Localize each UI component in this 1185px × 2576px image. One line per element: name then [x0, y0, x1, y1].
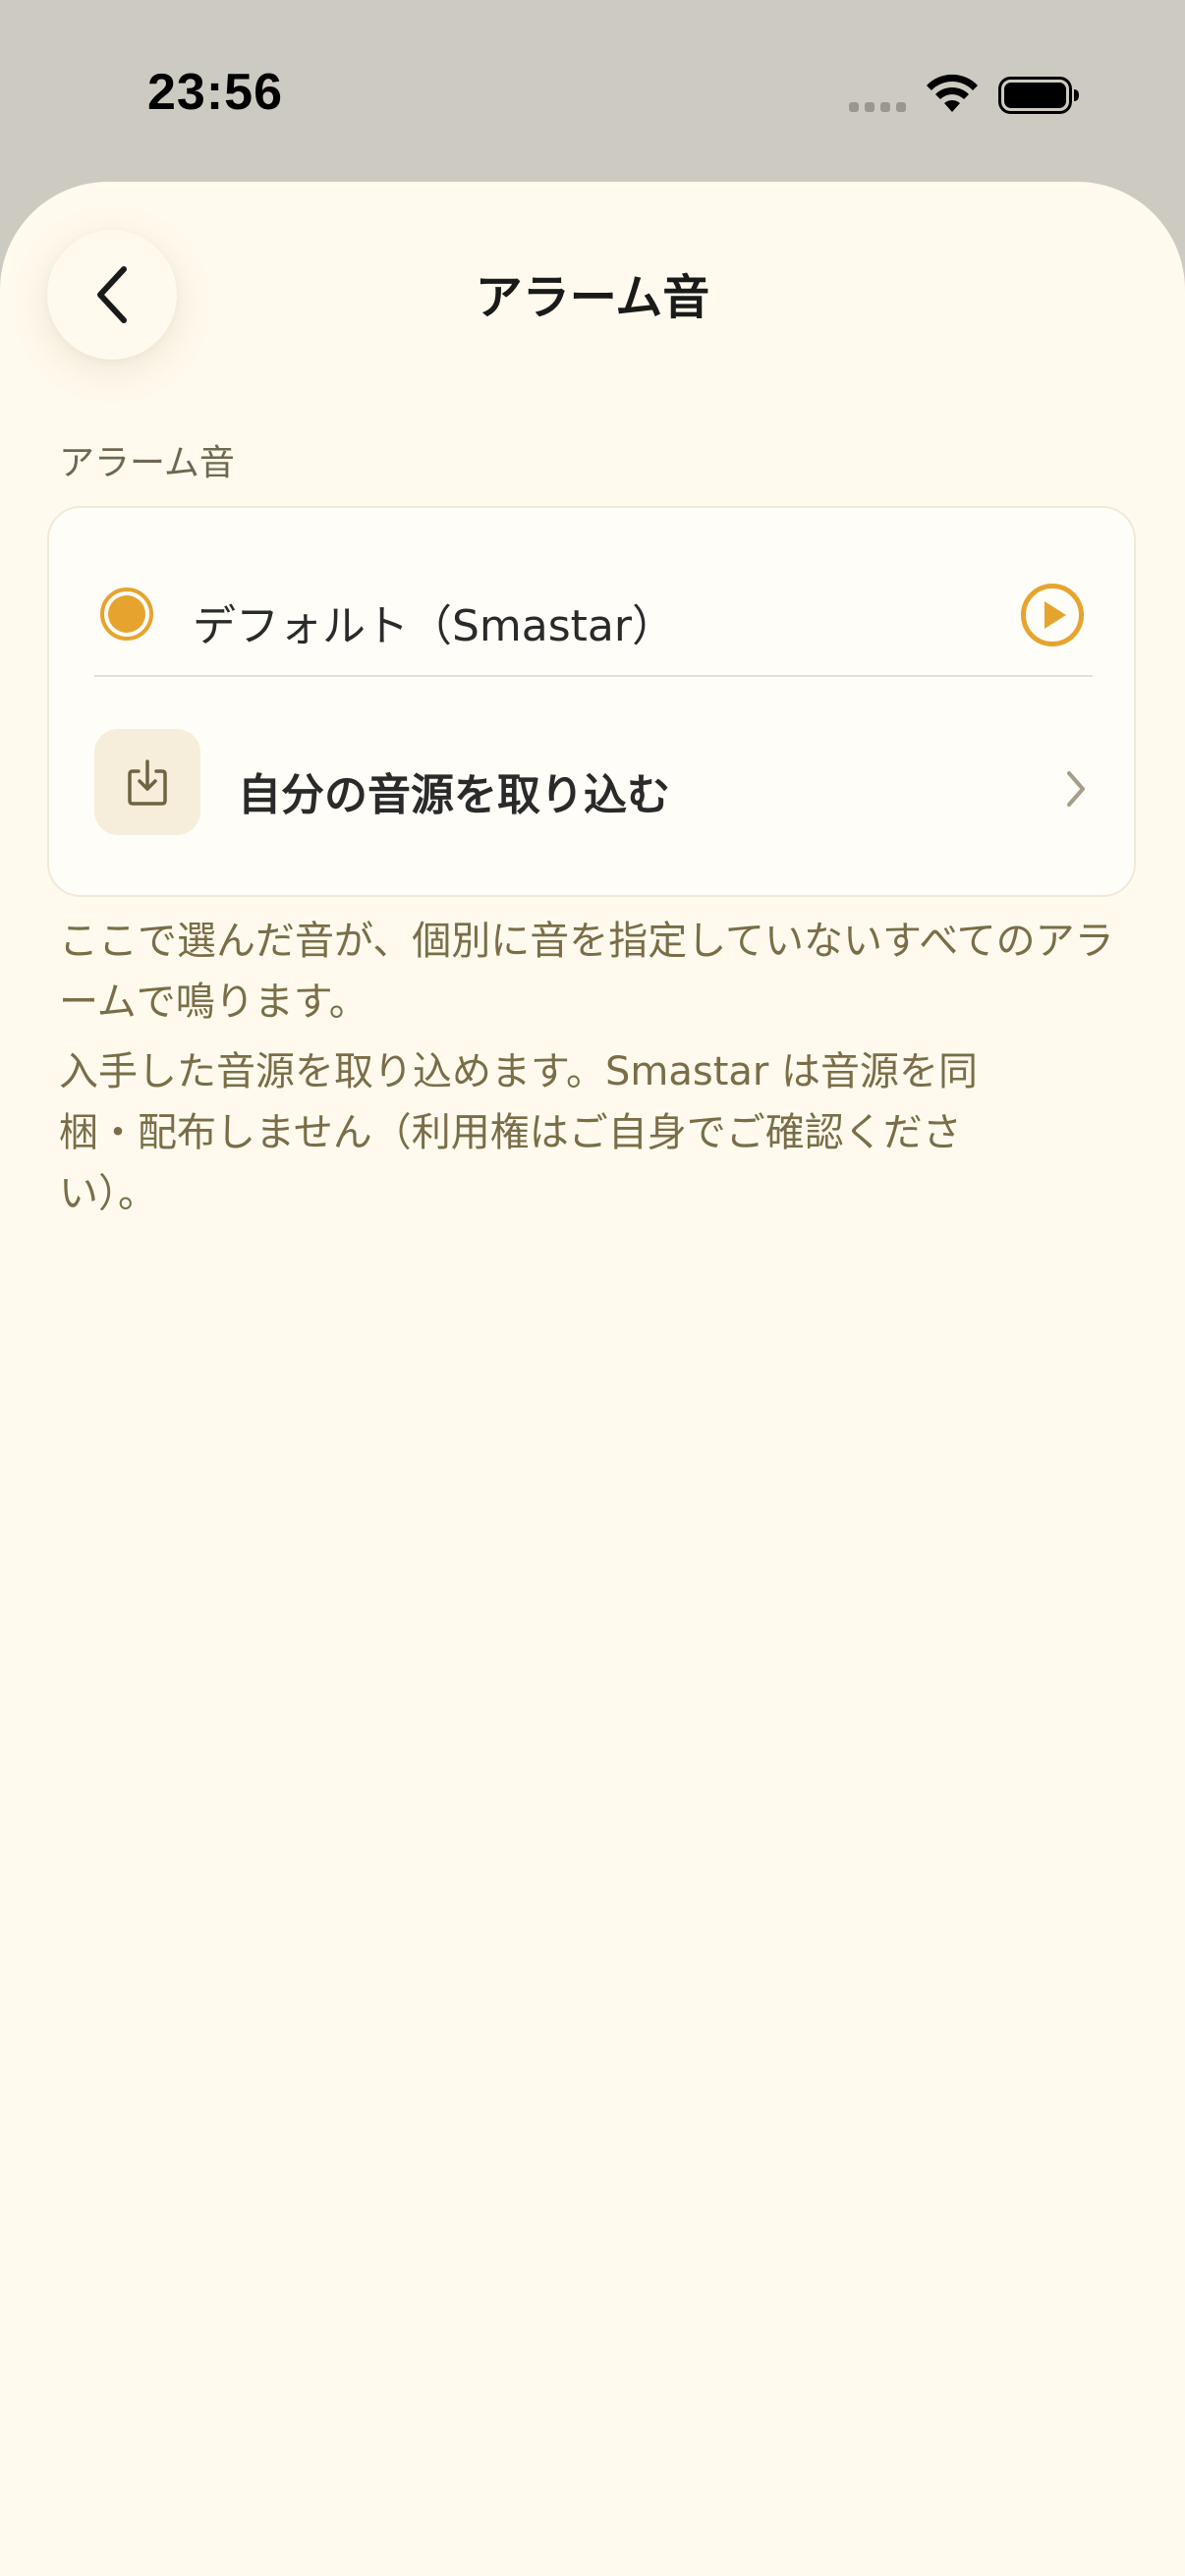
default-sound-radio[interactable] [100, 588, 153, 641]
footnote-default-scope: ここで選んだ音が、個別に音を指定していないすべてのアラームで鳴ります。 [59, 919, 1114, 1025]
section-label: アラーム音 [59, 443, 235, 483]
import-sound-row[interactable]: 自分の音源を取り込む [49, 677, 1134, 864]
cellular-signal-icon [849, 102, 906, 112]
footnote-import-notice: 入手した音源を取り込めます。Smastar は音源を同梱・配布しません（利用権は… [59, 1049, 979, 1216]
radio-selected-dot [108, 595, 145, 633]
default-sound-row[interactable]: デフォルト（Smastar） [49, 508, 1134, 651]
status-time: 23:56 [147, 64, 283, 121]
wifi-icon [927, 74, 978, 112]
play-circle-icon[interactable] [1020, 583, 1085, 647]
chevron-right-icon [1067, 771, 1085, 807]
import-icon-box [94, 729, 200, 835]
page-title: アラーム音 [475, 270, 710, 325]
default-sound-label: デフォルト（Smastar） [193, 601, 675, 651]
status-bar: 23:56 [0, 0, 1185, 182]
alarm-sound-sheet: アラーム音 アラーム音 デフォルト（Smastar） 自分の音源を取り込む ここ… [0, 182, 1185, 2576]
sound-options-card: デフォルト（Smastar） 自分の音源を取り込む [47, 506, 1136, 897]
import-sound-label: 自分の音源を取り込む [238, 770, 670, 820]
download-icon [128, 759, 167, 806]
battery-icon [998, 77, 1079, 114]
